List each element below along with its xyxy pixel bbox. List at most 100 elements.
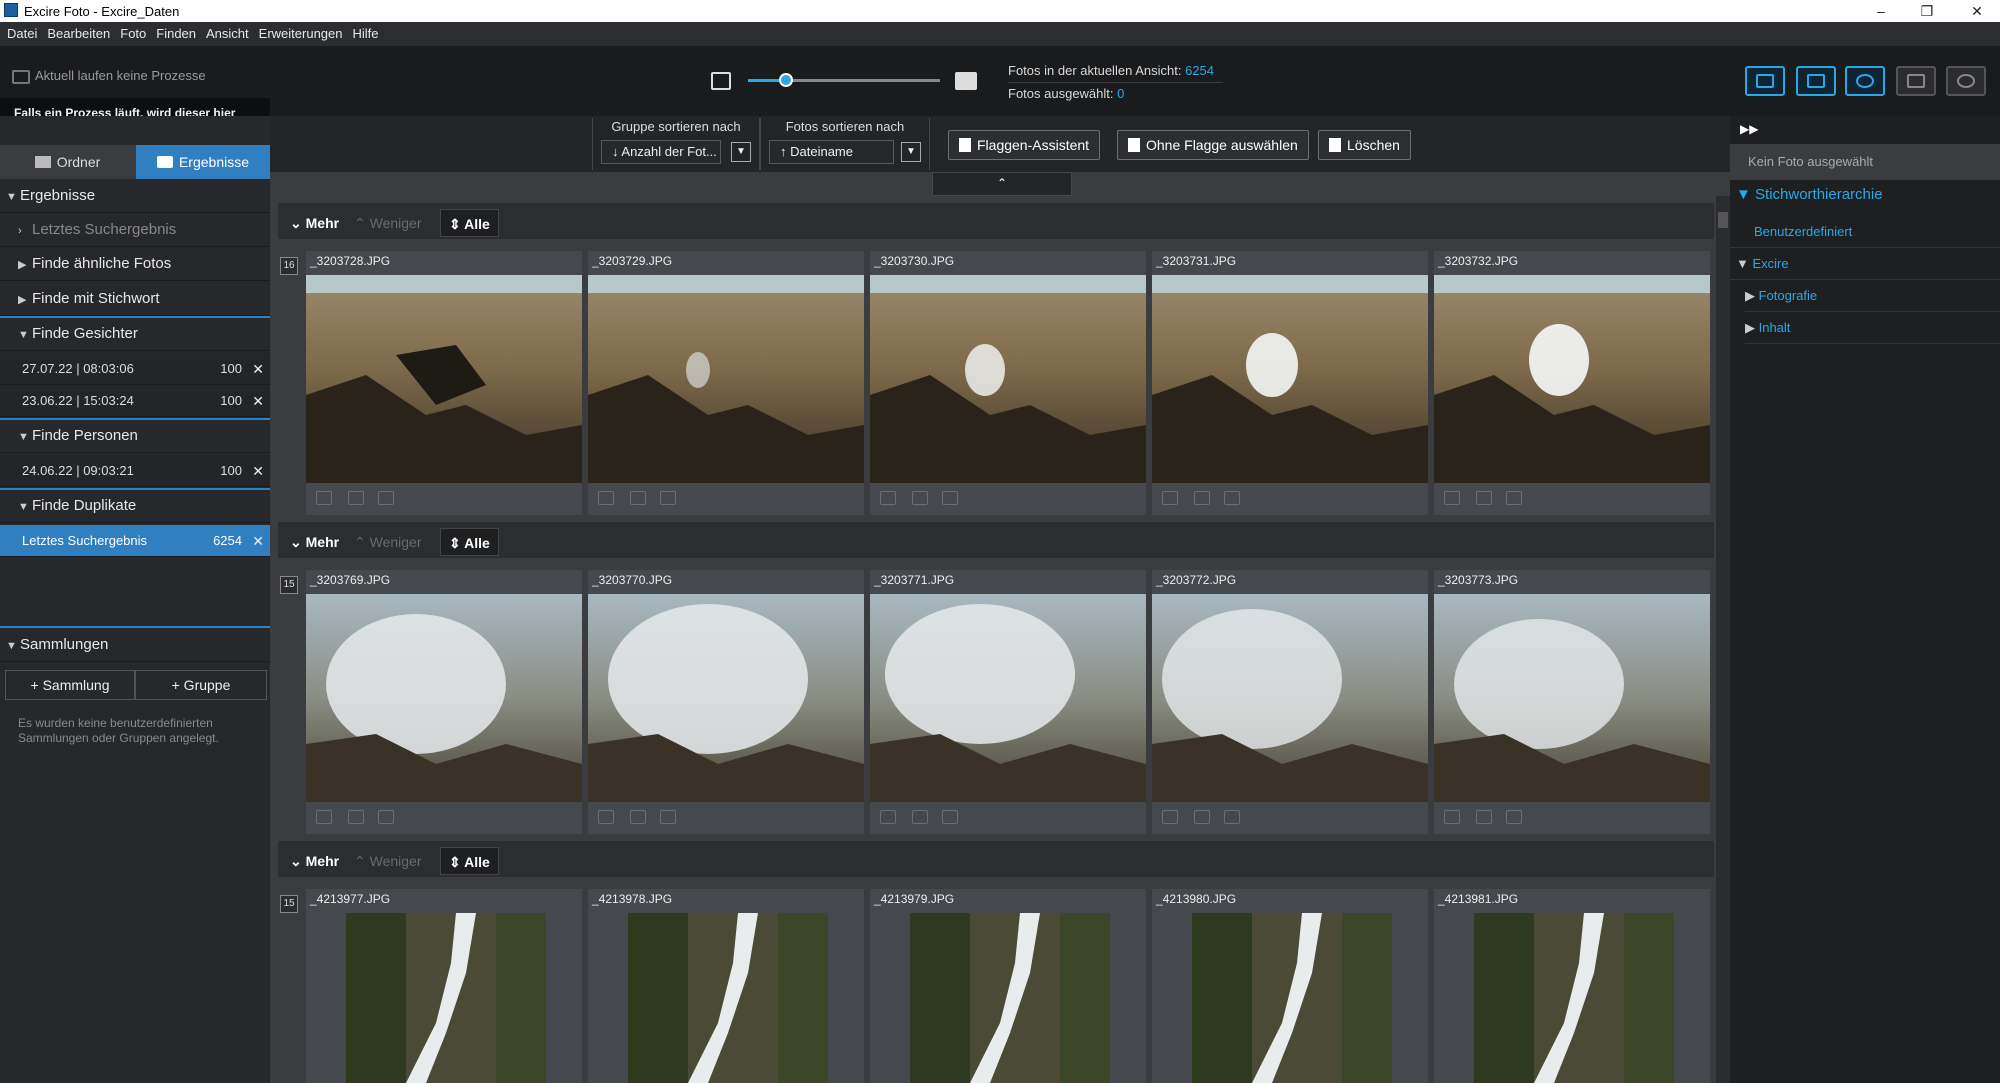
chevron-down-icon[interactable]: ▼ bbox=[901, 142, 921, 162]
more-button[interactable]: ⌄ Mehr bbox=[282, 528, 347, 556]
photo-cell[interactable]: _4213977.JPG bbox=[306, 889, 582, 1083]
less-button[interactable]: ⌃ Weniger bbox=[346, 847, 430, 875]
face-result-entry[interactable]: 23.06.22 | 15:03:24 100 ✕ bbox=[0, 385, 270, 417]
expand-panel-icon[interactable]: ▶▶ bbox=[1740, 122, 1758, 136]
photo-cell[interactable]: _4213979.JPG bbox=[870, 889, 1146, 1083]
star-icon[interactable] bbox=[1162, 491, 1178, 505]
star-icon[interactable] bbox=[880, 491, 896, 505]
star-icon[interactable] bbox=[316, 491, 332, 505]
edit-icon[interactable] bbox=[912, 810, 928, 824]
photo-thumbnail[interactable] bbox=[588, 275, 864, 483]
flag-icon[interactable] bbox=[660, 491, 676, 505]
star-icon[interactable] bbox=[316, 810, 332, 824]
edit-icon[interactable] bbox=[630, 810, 646, 824]
add-group-button[interactable]: + Gruppe bbox=[135, 670, 267, 700]
maximize-button[interactable]: ❐ bbox=[1904, 0, 1950, 22]
menu-erweiterungen[interactable]: Erweiterungen bbox=[254, 22, 348, 46]
menu-hilfe[interactable]: Hilfe bbox=[347, 22, 383, 46]
photo-thumbnail[interactable] bbox=[346, 913, 546, 1083]
close-icon[interactable]: ✕ bbox=[252, 353, 264, 385]
close-icon[interactable]: ✕ bbox=[252, 455, 264, 487]
duplicate-result-entry[interactable]: Letztes Suchergebnis 6254 ✕ bbox=[0, 525, 270, 557]
scrollbar-thumb[interactable] bbox=[1718, 212, 1728, 228]
small-thumbnail-icon[interactable] bbox=[711, 72, 731, 90]
photo-cell[interactable]: _3203732.JPG bbox=[1434, 251, 1710, 515]
zoom-slider-handle[interactable] bbox=[779, 73, 793, 87]
all-button[interactable]: ⇕ Alle bbox=[440, 209, 499, 237]
less-button[interactable]: ⌃ Weniger bbox=[346, 528, 430, 556]
all-button[interactable]: ⇕ Alle bbox=[440, 847, 499, 875]
edit-icon[interactable] bbox=[1194, 491, 1210, 505]
scrollbar[interactable] bbox=[1716, 196, 1730, 1083]
menu-ansicht[interactable]: Ansicht bbox=[201, 22, 254, 46]
flag-icon[interactable] bbox=[1224, 491, 1240, 505]
photo-thumbnail[interactable] bbox=[910, 913, 1110, 1083]
minimize-button[interactable]: – bbox=[1858, 0, 1904, 22]
photo-thumbnail[interactable] bbox=[1152, 275, 1428, 483]
photo-thumbnail[interactable] bbox=[306, 594, 582, 802]
close-icon[interactable]: ✕ bbox=[252, 525, 264, 557]
results-section[interactable]: ▼ Ergebnisse bbox=[0, 179, 270, 213]
chevron-down-icon[interactable]: ▼ bbox=[731, 142, 751, 162]
find-keyword-item[interactable]: ▶ Finde mit Stichwort bbox=[0, 282, 270, 316]
close-icon[interactable]: ✕ bbox=[252, 385, 264, 417]
edit-icon[interactable] bbox=[1476, 491, 1492, 505]
photo-cell[interactable]: _3203770.JPG bbox=[588, 570, 864, 834]
edit-icon[interactable] bbox=[630, 491, 646, 505]
edit-icon[interactable] bbox=[348, 810, 364, 824]
star-icon[interactable] bbox=[1162, 810, 1178, 824]
all-button[interactable]: ⇕ Alle bbox=[440, 528, 499, 556]
menu-datei[interactable]: Datei bbox=[2, 22, 42, 46]
more-button[interactable]: ⌄ Mehr bbox=[282, 847, 347, 875]
photo-thumbnail[interactable] bbox=[588, 594, 864, 802]
photo-thumbnail[interactable] bbox=[1434, 275, 1710, 483]
photo-cell[interactable]: _3203731.JPG bbox=[1152, 251, 1428, 515]
find-persons-item[interactable]: ▼ Finde Personen bbox=[0, 419, 270, 453]
find-duplicates-item[interactable]: ▼ Finde Duplikate bbox=[0, 489, 270, 523]
star-icon[interactable] bbox=[598, 491, 614, 505]
flag-icon[interactable] bbox=[1224, 810, 1240, 824]
face-tool-button[interactable] bbox=[1845, 66, 1885, 96]
select-unflagged-button[interactable]: Ohne Flagge auswählen bbox=[1117, 130, 1309, 160]
flag-icon[interactable] bbox=[378, 491, 394, 505]
collections-section[interactable]: ▼ Sammlungen bbox=[0, 628, 270, 662]
flag-icon[interactable] bbox=[942, 810, 958, 824]
group-sort-select[interactable]: ↓ Anzahl der Fot... bbox=[601, 140, 721, 164]
photo-thumbnail[interactable] bbox=[870, 275, 1146, 483]
photo-thumbnail[interactable] bbox=[1152, 594, 1428, 802]
menu-foto[interactable]: Foto bbox=[115, 22, 151, 46]
photo-thumbnail[interactable] bbox=[1474, 913, 1674, 1083]
excire-keywords[interactable]: ▼ Excire bbox=[1730, 248, 2000, 280]
keyword-photography[interactable]: ▶ Fotografie bbox=[1745, 280, 2000, 312]
less-button[interactable]: ⌃ Weniger bbox=[346, 209, 430, 237]
photo-cell[interactable]: _3203773.JPG bbox=[1434, 570, 1710, 834]
tab-folder[interactable]: Ordner bbox=[0, 145, 135, 179]
star-icon[interactable] bbox=[880, 810, 896, 824]
delete-button[interactable]: Löschen bbox=[1318, 130, 1411, 160]
large-thumbnail-icon[interactable] bbox=[955, 72, 977, 90]
find-faces-item[interactable]: ▼ Finde Gesichter bbox=[0, 317, 270, 351]
add-collection-button[interactable]: + Sammlung bbox=[5, 670, 135, 700]
collapse-toolbar-button[interactable]: ⌃ bbox=[932, 172, 1072, 196]
people-tool-button[interactable] bbox=[1896, 66, 1936, 96]
photo-sort-select[interactable]: ↑ Dateiname bbox=[769, 140, 894, 164]
photo-cell[interactable]: _3203729.JPG bbox=[588, 251, 864, 515]
photo-cell[interactable]: _3203769.JPG bbox=[306, 570, 582, 834]
close-button[interactable]: ✕ bbox=[1954, 0, 2000, 22]
photo-thumbnail[interactable] bbox=[306, 275, 582, 483]
face-result-entry[interactable]: 27.07.22 | 08:03:06 100 ✕ bbox=[0, 353, 270, 385]
edit-icon[interactable] bbox=[1194, 810, 1210, 824]
flag-icon[interactable] bbox=[1506, 810, 1522, 824]
photo-cell[interactable]: _4213981.JPG bbox=[1434, 889, 1710, 1083]
photo-thumbnail[interactable] bbox=[870, 594, 1146, 802]
star-icon[interactable] bbox=[1444, 491, 1460, 505]
flag-icon[interactable] bbox=[942, 491, 958, 505]
photo-cell[interactable]: _3203772.JPG bbox=[1152, 570, 1428, 834]
person-result-entry[interactable]: 24.06.22 | 09:03:21 100 ✕ bbox=[0, 455, 270, 487]
star-icon[interactable] bbox=[1444, 810, 1460, 824]
more-button[interactable]: ⌄ Mehr bbox=[282, 209, 347, 237]
custom-keywords[interactable]: Benutzerdefiniert bbox=[1730, 216, 2000, 248]
photo-cell[interactable]: _4213978.JPG bbox=[588, 889, 864, 1083]
photo-cell[interactable]: _4213980.JPG bbox=[1152, 889, 1428, 1083]
find-similar-item[interactable]: ▶ Finde ähnliche Fotos bbox=[0, 247, 270, 281]
